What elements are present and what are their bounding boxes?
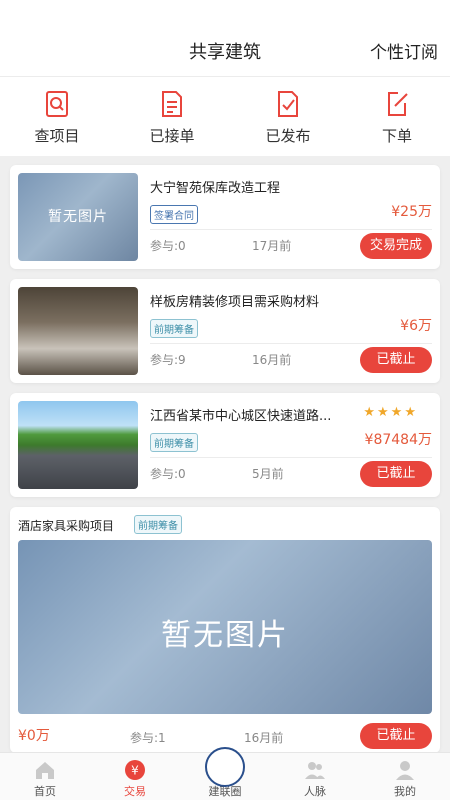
quick-label: 已接单 xyxy=(149,127,195,145)
quick-published[interactable]: 已发布 xyxy=(243,89,333,146)
status-button[interactable]: 已截止 xyxy=(360,723,432,749)
tab-label: 我的 xyxy=(394,785,416,798)
check-doc-icon xyxy=(278,91,298,117)
no-image-text: 暂无图片 xyxy=(48,209,108,225)
posted-time: 5月前 xyxy=(252,467,284,481)
bottom-tab-bar: 首页 ¥ 交易 建联圈 人脉 我的 xyxy=(0,747,450,800)
home-icon xyxy=(36,762,54,779)
yuan-icon: ¥ xyxy=(125,760,145,780)
quick-search-projects[interactable]: 查项目 xyxy=(12,89,102,146)
project-card[interactable]: 江西省某市中心城区快速道路... ★★★★ 前期筹备 ¥87484万 参与:0 … xyxy=(10,393,440,497)
project-tag: 前期筹备 xyxy=(134,515,182,534)
project-thumbnail xyxy=(18,401,138,489)
tab-trade[interactable]: ¥ 交易 xyxy=(100,759,170,799)
app-header: 共享建筑 个性订阅 xyxy=(0,24,450,76)
project-thumbnail xyxy=(18,287,138,375)
participants-count: 参与:0 xyxy=(150,239,186,253)
search-doc-icon xyxy=(46,91,68,117)
quick-label: 下单 xyxy=(381,127,412,145)
status-button[interactable]: 已截止 xyxy=(360,347,432,373)
participants-count: 参与:1 xyxy=(130,731,166,745)
quick-place-order[interactable]: 下单 xyxy=(352,89,442,146)
project-thumbnail: 暂无图片 xyxy=(18,173,138,261)
posted-time: 16月前 xyxy=(244,731,284,745)
divider xyxy=(150,229,432,230)
edit-icon xyxy=(388,92,408,116)
project-tag: 签署合同 xyxy=(150,205,198,224)
participants-count: 参与:0 xyxy=(150,467,186,481)
tab-label: 人脉 xyxy=(304,785,326,798)
project-price: ¥6万 xyxy=(400,318,432,334)
posted-time: 17月前 xyxy=(252,239,292,253)
status-button[interactable]: 已截止 xyxy=(360,461,432,487)
tab-circle[interactable]: 建联圈 xyxy=(190,747,260,799)
globe-logo-icon xyxy=(205,747,245,787)
project-price: ¥87484万 xyxy=(364,432,432,448)
quick-label: 已发布 xyxy=(265,127,311,145)
tab-contacts[interactable]: 人脉 xyxy=(280,759,350,799)
quick-accepted-orders[interactable]: 已接单 xyxy=(127,89,217,146)
quick-actions: 查项目 已接单 已发布 下单 xyxy=(0,76,450,156)
tab-home[interactable]: 首页 xyxy=(10,759,80,799)
tab-label: 交易 xyxy=(124,785,146,798)
tab-label: 首页 xyxy=(34,785,56,798)
project-title: 江西省某市中心城区快速道路... xyxy=(150,409,332,424)
subscribe-link[interactable]: 个性订阅 xyxy=(370,38,438,63)
project-title: 酒店家具采购项目 xyxy=(18,519,115,533)
featured-project-card[interactable]: 酒店家具采购项目 前期筹备 暂无图片 ¥0万 参与:1 16月前 已截止 xyxy=(10,507,440,753)
status-button[interactable]: 交易完成 xyxy=(360,233,432,259)
svg-text:¥: ¥ xyxy=(131,764,139,778)
participants-count: 参与:9 xyxy=(150,353,186,367)
project-card[interactable]: 暂无图片 大宁智苑保库改造工程 签署合同 ¥25万 参与:0 17月前 交易完成 xyxy=(10,165,440,269)
status-bar xyxy=(0,0,450,24)
people-icon xyxy=(305,762,325,779)
project-card[interactable]: 样板房精装修项目需采购材料 前期筹备 ¥6万 参与:9 16月前 已截止 xyxy=(10,279,440,383)
rating-stars: ★★★★ xyxy=(363,405,418,420)
tab-mine[interactable]: 我的 xyxy=(370,759,440,799)
user-icon xyxy=(396,761,414,780)
quick-label: 查项目 xyxy=(34,127,80,145)
project-price: ¥0万 xyxy=(18,728,50,744)
no-image-text: 暂无图片 xyxy=(161,618,289,653)
project-tag: 前期筹备 xyxy=(150,319,198,338)
project-image: 暂无图片 xyxy=(18,540,432,714)
posted-time: 16月前 xyxy=(252,353,292,367)
divider xyxy=(150,457,432,458)
project-tag: 前期筹备 xyxy=(150,433,198,452)
divider xyxy=(150,343,432,344)
project-title: 大宁智苑保库改造工程 xyxy=(150,181,281,196)
project-price: ¥25万 xyxy=(391,204,432,220)
project-title: 样板房精装修项目需采购材料 xyxy=(150,295,320,310)
list-doc-icon xyxy=(162,91,182,117)
